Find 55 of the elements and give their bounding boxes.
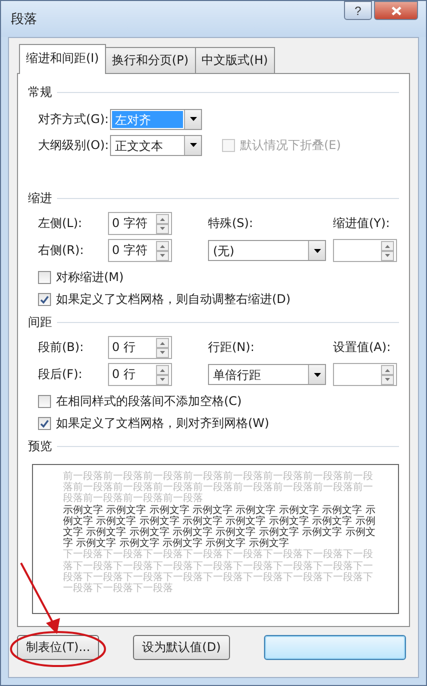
spin-field[interactable] bbox=[333, 363, 397, 386]
dropdown[interactable]: (无) bbox=[208, 240, 326, 261]
checkbox-label: 如果定义了文档网格，则对齐到网格(W) bbox=[56, 414, 270, 432]
dropdown[interactable]: 单倍行距 bbox=[208, 364, 326, 385]
close-icon bbox=[390, 6, 402, 16]
dropdown[interactable]: 正文文本 bbox=[110, 134, 202, 156]
checkbox[interactable] bbox=[38, 416, 51, 430]
preview-text: 前一段落前一段落前一段落前一段落前一段落前一段落前一段落前一段落前一段落前一段落前一段落前一段落前一段落前一段落前一段落前一段落前一段落前一段落前一段落 bbox=[63, 471, 374, 504]
checkbox[interactable] bbox=[38, 270, 51, 284]
field-label: 特殊(S): bbox=[208, 215, 254, 232]
checkbox[interactable] bbox=[38, 292, 51, 306]
window-title: 段落 bbox=[11, 11, 37, 28]
tab[interactable]: 缩进和间距(I) bbox=[19, 44, 106, 74]
checkbox[interactable] bbox=[38, 394, 51, 408]
spinner-arrows-icon bbox=[381, 364, 394, 384]
checkbox-label: 如果定义了文档网格，则自动调整右缩进(D) bbox=[56, 290, 291, 308]
close-button[interactable] bbox=[374, 1, 418, 20]
help-button[interactable]: ? bbox=[344, 1, 372, 20]
caret-icon bbox=[190, 143, 196, 147]
preview-text: 下一段落下一段落下一段落下一段落下一段落下一段落下一段落下一段落下一段落下一段落下一段落下一段落下一段落下一段落下一段落下一段落下一段落下一段落下一段落下一段落下一段落下一段落下一段落下一段落下一段落下一段落 bbox=[63, 549, 374, 594]
caret-icon bbox=[314, 372, 320, 376]
dialog-button[interactable]: 制表位(T)... bbox=[17, 635, 100, 660]
field-label: 右侧(R): bbox=[38, 242, 85, 259]
section-heading: 缩进 bbox=[28, 190, 52, 206]
field-label: 缩进值(Y): bbox=[333, 215, 391, 232]
spin-field[interactable]: 0 字符 bbox=[108, 239, 172, 262]
field-label: 大纲级别(O): bbox=[38, 136, 110, 154]
spin-field[interactable]: 0 行 bbox=[108, 336, 172, 359]
spin-field[interactable]: 0 行 bbox=[108, 363, 172, 386]
spinner-arrows-icon bbox=[156, 214, 169, 234]
caret-icon bbox=[314, 248, 320, 252]
field-label: 左侧(L): bbox=[38, 215, 84, 232]
spin-field[interactable]: 0 字符 bbox=[108, 212, 172, 235]
checkbox-label: 默认情况下折叠(E) bbox=[240, 136, 341, 154]
checkbox-label: 在相同样式的段落间不添加空格(C) bbox=[56, 392, 242, 410]
tab[interactable]: 中文版式(H) bbox=[194, 47, 275, 73]
spinner-arrows-icon bbox=[381, 240, 394, 260]
spin-field[interactable] bbox=[333, 239, 397, 262]
spinner-arrows-icon bbox=[156, 338, 169, 358]
field-label: 对齐方式(G): bbox=[38, 110, 110, 128]
field-label: 设置值(A): bbox=[333, 339, 392, 356]
field-label: 段后(F): bbox=[38, 366, 84, 383]
spinner-arrows-icon bbox=[156, 240, 169, 260]
caret-icon bbox=[190, 117, 196, 121]
section-heading: 间距 bbox=[28, 314, 52, 330]
preview-text: 示例文字 示例文字 示例文字 示例文字 示例文字 示例文字 示例文字 示例文字 示例文字 示例文字 示例文字 示例文字 示例文字 示例文字 示例文字 示例文字 示例文字 示例文字 示例文字 示例文字 示例文字 示例文字 示例文字 示例文字 示例文字 示例文字 示例文字 bbox=[63, 504, 376, 550]
checkbox-label: 对称缩进(M) bbox=[56, 268, 124, 286]
field-label: 段前(B): bbox=[38, 339, 85, 356]
section-heading: 常规 bbox=[28, 84, 52, 100]
dialog-button[interactable]: 设为默认值(D) bbox=[133, 635, 230, 660]
section-heading: 预览 bbox=[28, 438, 52, 454]
field-label: 行距(N): bbox=[208, 339, 254, 356]
tab[interactable]: 换行和分页(P) bbox=[104, 47, 196, 73]
spinner-arrows-icon bbox=[156, 364, 169, 384]
dialog-button[interactable] bbox=[264, 635, 406, 660]
